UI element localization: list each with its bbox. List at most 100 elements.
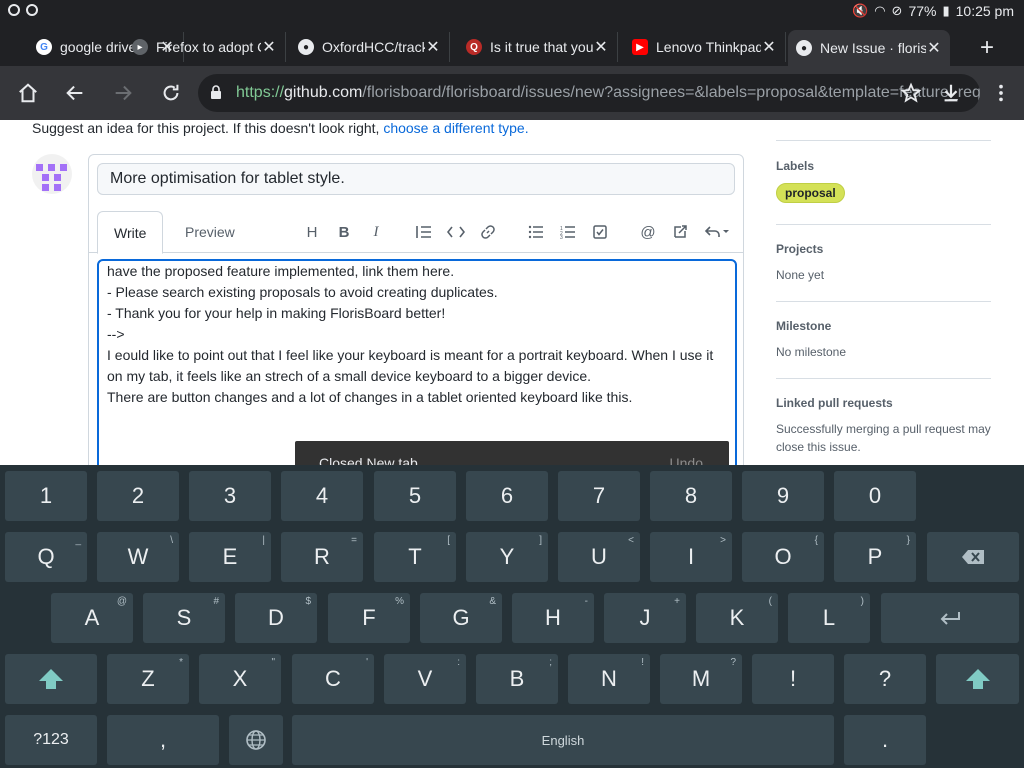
key-g[interactable]: G & [420,593,502,643]
key-b[interactable]: B; [476,654,558,704]
reload-icon[interactable] [156,78,186,108]
key-5[interactable]: 5 [374,471,456,521]
close-icon[interactable]: ✕ [593,37,609,57]
key-j[interactable]: J + [604,593,686,643]
tab-firefox-article[interactable]: ▸ Firefox to adopt Chrome ✕ [124,32,286,62]
key-w[interactable]: W \ [97,532,179,582]
key-question[interactable]: ? [844,654,926,704]
editor-tabs: Write Preview H B I 123 @ [89,211,743,254]
task-list-icon[interactable] [589,221,611,243]
key-a[interactable]: A @ [51,593,133,643]
key-i[interactable]: I > [650,532,732,582]
key-r[interactable]: R = [281,532,363,582]
projects-section[interactable]: Projects None yet [776,224,991,301]
numbered-list-icon[interactable]: 123 [557,221,579,243]
linked-prs-heading: Linked pull requests [776,396,893,410]
key-comma[interactable]: , [107,715,219,765]
key-s[interactable]: S # [143,593,225,643]
labels-section[interactable]: Labels proposal [776,140,991,224]
tab-oxfordhcc[interactable]: ● OxfordHCC/tracker ✕ [290,32,450,62]
space-key[interactable]: English [292,715,834,765]
undo-button[interactable]: Undo [670,455,703,465]
key-l[interactable]: L) [788,593,870,643]
menu-icon[interactable] [986,78,1016,108]
issue-body-textarea[interactable]: have the proposed feature implemented, l… [97,259,737,465]
close-icon[interactable]: ✕ [761,37,777,57]
milestone-heading: Milestone [776,319,832,333]
key-h[interactable]: H- [512,593,594,643]
code-icon[interactable] [445,221,467,243]
close-icon[interactable]: ✕ [425,37,441,57]
key-f[interactable]: F% [328,593,410,643]
key-x[interactable]: X " [199,654,281,704]
key-m[interactable]: M? [660,654,742,704]
issue-title-input[interactable]: More optimisation for tablet style. [97,163,735,195]
tab-youtube-lenovo[interactable]: ▶ Lenovo Thinkpad ✕ [624,32,786,62]
key-t[interactable]: T[ [374,532,456,582]
shift-left-key[interactable] [5,654,97,704]
key-8[interactable]: 8 [650,471,732,521]
key-q[interactable]: Q _ [5,532,87,582]
key-exclamation[interactable]: ! [752,654,834,704]
download-icon[interactable] [936,78,966,108]
key-1[interactable]: 1 [5,471,87,521]
language-key[interactable] [229,715,283,765]
tab-strip: G google drive ✕ ▸ Firefox to adopt Chro… [0,24,1024,66]
key-o[interactable]: O{ [742,532,824,582]
key-c[interactable]: C ' [292,654,374,704]
svg-text:3: 3 [560,235,563,239]
key-0[interactable]: 0 [834,471,916,521]
key-3[interactable]: 3 [189,471,271,521]
body-line: --> [107,326,125,342]
linked-prs-value: Successfully merging a pull request may … [776,422,991,454]
forward-icon[interactable] [108,78,138,108]
back-icon[interactable] [60,78,90,108]
bookmark-star-icon[interactable] [896,78,926,108]
key-k[interactable]: K( [696,593,778,643]
reference-icon[interactable] [669,221,691,243]
key-d[interactable]: D $ [235,593,317,643]
new-tab-button[interactable]: + [980,34,994,62]
shift-right-key[interactable] [936,654,1019,704]
key-u[interactable]: U < [558,532,640,582]
key-2[interactable]: 2 [97,471,179,521]
key-7[interactable]: 7 [558,471,640,521]
choose-type-link[interactable]: choose a different type. [383,120,528,136]
close-icon[interactable]: ✕ [926,38,942,58]
body-line: I eould like to point out that I feel li… [107,347,714,363]
bold-icon[interactable]: B [333,221,355,243]
close-icon[interactable]: ✕ [261,37,277,57]
tab-write[interactable]: Write [97,211,164,254]
quote-icon[interactable] [413,221,435,243]
key-v[interactable]: V: [384,654,466,704]
key-y[interactable]: Y] [466,532,548,582]
enter-key[interactable] [881,593,1019,643]
key-e[interactable]: E | [189,532,271,582]
home-icon[interactable] [13,78,43,108]
linked-prs-section[interactable]: Linked pull requests Successfully mergin… [776,378,991,465]
google-icon: G [36,39,52,55]
key-6[interactable]: 6 [466,471,548,521]
tab-new-issue[interactable]: ● New Issue · florisboard ✕ [788,30,950,66]
url-host: github.com [284,84,363,101]
key-z[interactable]: Z * [107,654,189,704]
tab-quora[interactable]: Q Is it true that you ✕ [458,32,618,62]
link-icon[interactable] [477,221,499,243]
on-screen-keyboard: 1 2 3 4 5 6 7 8 9 0 Q _ W \ E | R = T[ Y] U <… [0,465,1024,768]
italic-icon[interactable]: I [365,221,387,243]
saved-replies-icon[interactable] [703,221,731,243]
key-period[interactable]: . [844,715,926,765]
heading-icon[interactable]: H [301,221,323,243]
milestone-section[interactable]: Milestone No milestone [776,301,991,378]
projects-value: None yet [776,268,825,282]
key-9[interactable]: 9 [742,471,824,521]
backspace-key[interactable] [927,532,1019,582]
key-4[interactable]: 4 [281,471,363,521]
bullet-list-icon[interactable] [525,221,547,243]
symbols-key[interactable]: ?123 [5,715,97,765]
address-bar[interactable]: https://github.com/florisboard/florisboa… [198,74,980,112]
key-p[interactable]: P} [834,532,916,582]
mention-icon[interactable]: @ [637,221,659,243]
tab-preview[interactable]: Preview [169,211,251,253]
key-n[interactable]: N! [568,654,650,704]
